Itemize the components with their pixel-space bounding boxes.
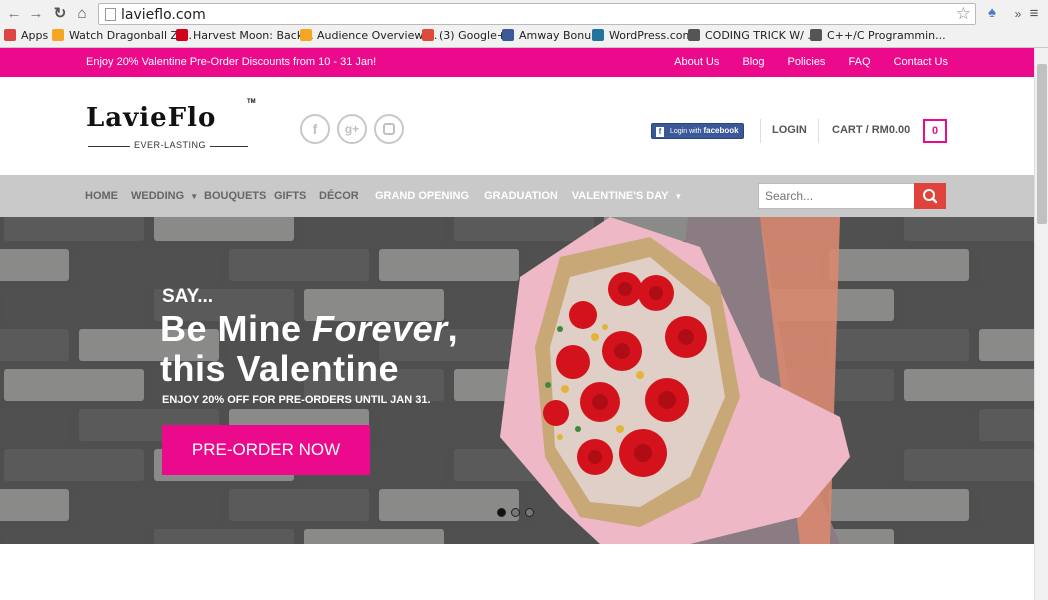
hero-subtext: ENJOY 20% OFF FOR PRE-ORDERS UNTIL JAN 3… bbox=[162, 394, 431, 406]
top-link-about[interactable]: About Us bbox=[674, 56, 719, 68]
instagram-icon[interactable] bbox=[374, 114, 404, 144]
hero-headline-part: Be Mine bbox=[160, 308, 313, 349]
bookmark-item[interactable]: Harvest Moon: Back... bbox=[176, 29, 314, 45]
hero-headline-line2: this Valentine bbox=[160, 348, 400, 389]
bookmark-item[interactable]: C++/C Programmin... bbox=[810, 29, 946, 45]
extension-icon[interactable]: ♠ bbox=[982, 3, 1002, 23]
main-nav: HOME WEDDING ▼ BOUQUETS GIFTS DÉCOR GRAN… bbox=[0, 175, 1034, 217]
search-button[interactable] bbox=[914, 183, 946, 209]
bookmark-item[interactable]: (3) Google+ bbox=[422, 29, 506, 45]
login-link[interactable]: LOGIN bbox=[772, 124, 807, 136]
announcement-bar: Enjoy 20% Valentine Pre-Order Discounts … bbox=[0, 48, 1034, 77]
hero-headline-emphasis: Forever bbox=[312, 308, 448, 349]
url-text: lavieflo.com bbox=[121, 7, 206, 23]
bookmark-label: Amway Bonus bbox=[519, 29, 597, 42]
facebook-login-button[interactable]: f Login with facebook bbox=[651, 123, 744, 139]
chevron-down-icon: ▼ bbox=[674, 192, 683, 201]
facebook-login-brand: facebook bbox=[703, 126, 739, 135]
logo-wordmark: LavieFlo bbox=[86, 103, 217, 133]
reload-icon[interactable]: ↻ bbox=[50, 4, 70, 24]
search-icon bbox=[923, 189, 938, 204]
nav-wedding[interactable]: WEDDING ▼ bbox=[131, 175, 198, 217]
search-input[interactable] bbox=[758, 183, 915, 209]
hero-kicker: SAY... bbox=[162, 286, 214, 307]
top-link-faq[interactable]: FAQ bbox=[849, 56, 871, 68]
bookmark-label: C++/C Programmin... bbox=[827, 29, 946, 42]
hero-headline: Be Mine Forever, this Valentine bbox=[160, 309, 458, 389]
facebook-icon[interactable]: f bbox=[300, 114, 330, 144]
bookmark-item[interactable]: Audience Overview ... bbox=[300, 29, 437, 45]
nav-decor[interactable]: DÉCOR bbox=[319, 175, 359, 217]
bookmark-star-icon[interactable]: ☆ bbox=[956, 4, 971, 24]
bookmark-favicon-icon bbox=[300, 29, 312, 41]
top-links: About Us Blog Policies FAQ Contact Us bbox=[654, 56, 948, 68]
nav-valentines-label: VALENTINE'S DAY bbox=[571, 190, 669, 202]
scrollbar[interactable] bbox=[1034, 48, 1048, 600]
address-bar[interactable]: lavieflo.com ☆ bbox=[98, 3, 976, 25]
slider-dot[interactable] bbox=[497, 508, 506, 517]
bookmark-item[interactable]: WordPress.com bbox=[592, 29, 693, 45]
top-link-blog[interactable]: Blog bbox=[742, 56, 764, 68]
bookmark-favicon-icon bbox=[176, 29, 188, 41]
page-icon bbox=[105, 8, 116, 21]
logo-tm: TM bbox=[247, 99, 256, 105]
bookmark-label: CODING TRICK W/ ... bbox=[705, 29, 818, 42]
bookmark-label: Harvest Moon: Back... bbox=[193, 29, 314, 42]
slider-dot[interactable] bbox=[511, 508, 520, 517]
divider bbox=[818, 119, 819, 143]
bookmark-item[interactable]: Watch Dragonball Z ... bbox=[52, 29, 192, 45]
bookmark-item[interactable]: CODING TRICK W/ ... bbox=[688, 29, 818, 45]
nav-valentines-day[interactable]: VALENTINE'S DAY ▼ bbox=[566, 175, 688, 217]
bookmark-favicon-icon bbox=[422, 29, 434, 41]
bookmark-label: Audience Overview ... bbox=[317, 29, 438, 42]
cart-link[interactable]: CART / RM0.00 bbox=[832, 124, 910, 136]
nav-wedding-label: WEDDING bbox=[131, 190, 185, 202]
hero-slider: SAY... Be Mine Forever, this Valentine E… bbox=[0, 217, 1034, 544]
site-header: LavieFlo TM EVER-LASTING f g+ f Login wit… bbox=[0, 77, 1034, 175]
bookmark-item[interactable]: Apps bbox=[4, 29, 48, 45]
logo[interactable]: LavieFlo TM EVER-LASTING bbox=[86, 99, 262, 153]
pre-order-button[interactable]: PRE-ORDER NOW bbox=[162, 425, 370, 475]
bouquet-image bbox=[500, 217, 850, 544]
bookmark-favicon-icon bbox=[502, 29, 514, 41]
logo-tagline: EVER-LASTING bbox=[130, 140, 211, 150]
google-plus-icon[interactable]: g+ bbox=[337, 114, 367, 144]
bookmark-item[interactable]: Amway Bonus bbox=[502, 29, 597, 45]
back-icon[interactable]: ← bbox=[4, 4, 24, 24]
bookmark-label: WordPress.com bbox=[609, 29, 694, 42]
bookmark-favicon-icon bbox=[4, 29, 16, 41]
nav-gifts[interactable]: GIFTS bbox=[274, 175, 306, 217]
nav-grand-opening[interactable]: GRAND OPENING bbox=[368, 175, 476, 217]
scrollbar-thumb[interactable] bbox=[1037, 64, 1047, 224]
bookmark-favicon-icon bbox=[688, 29, 700, 41]
cart-count-badge[interactable]: 0 bbox=[923, 119, 947, 143]
chevron-down-icon: ▼ bbox=[190, 192, 199, 201]
divider bbox=[760, 119, 761, 143]
bookmark-label: Apps bbox=[21, 29, 49, 42]
browser-chrome: ← → ↻ ⌂ lavieflo.com ☆ ♠ » ≡ Apps Watch D… bbox=[0, 0, 1048, 48]
home-icon[interactable]: ⌂ bbox=[72, 4, 92, 24]
menu-icon[interactable]: ≡ bbox=[1024, 4, 1044, 24]
slider-dot[interactable] bbox=[525, 508, 534, 517]
bookmark-favicon-icon bbox=[592, 29, 604, 41]
forward-icon[interactable]: → bbox=[26, 4, 46, 24]
promo-text: Enjoy 20% Valentine Pre-Order Discounts … bbox=[86, 56, 377, 68]
bookmark-favicon-icon bbox=[810, 29, 822, 41]
nav-bouquets[interactable]: BOUQUETS bbox=[204, 175, 266, 217]
hero-headline-comma: , bbox=[447, 308, 459, 349]
top-link-contact[interactable]: Contact Us bbox=[894, 56, 948, 68]
top-link-policies[interactable]: Policies bbox=[788, 56, 826, 68]
bookmark-label: Watch Dragonball Z ... bbox=[69, 29, 193, 42]
bookmark-label: (3) Google+ bbox=[439, 29, 507, 42]
nav-home[interactable]: HOME bbox=[85, 175, 118, 217]
bookmark-favicon-icon bbox=[52, 29, 64, 41]
facebook-login-prefix: Login with bbox=[670, 128, 702, 135]
nav-graduation[interactable]: GRADUATION bbox=[476, 175, 566, 217]
facebook-logo-icon: f bbox=[656, 127, 664, 137]
